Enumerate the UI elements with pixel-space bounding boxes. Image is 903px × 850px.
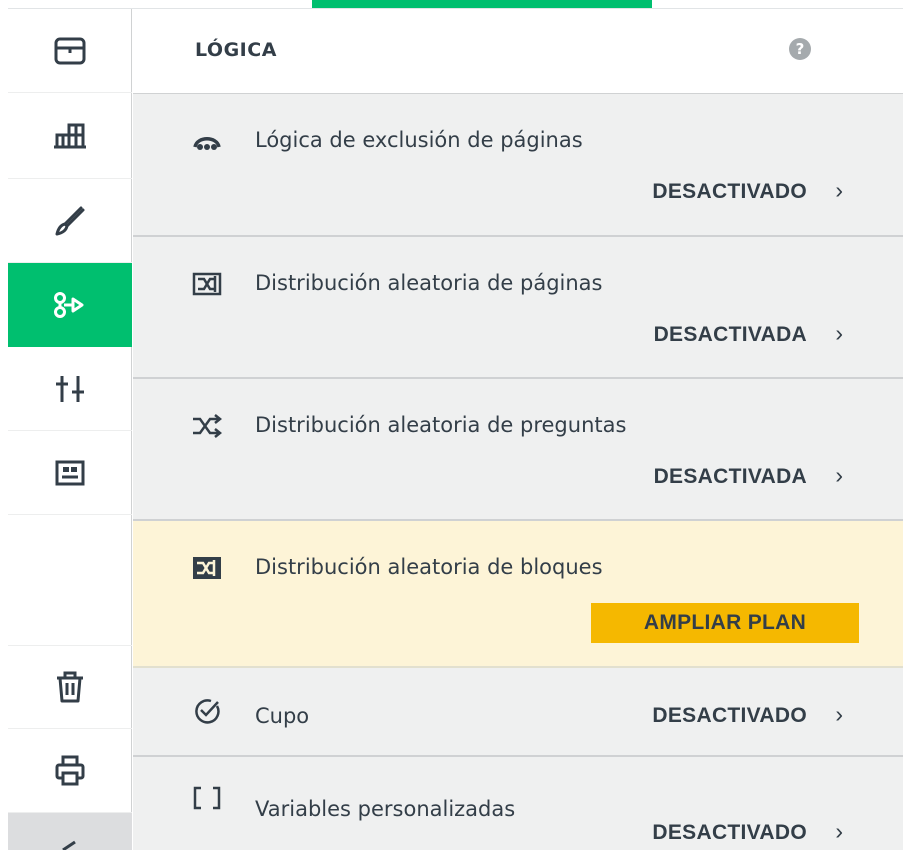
chevron-right-icon: › bbox=[835, 177, 843, 203]
design-brush-icon bbox=[55, 206, 85, 235]
upgrade-plan-button[interactable]: AMPLIAR PLAN bbox=[591, 603, 859, 643]
logic-item-label: Distribución aleatoria de bloques bbox=[255, 555, 603, 579]
rail-item-delete[interactable] bbox=[8, 645, 132, 729]
status-value: DESACTIVADO bbox=[652, 180, 807, 203]
question-bank-icon bbox=[55, 460, 85, 485]
rail-item-logic[interactable] bbox=[8, 263, 132, 347]
print-icon bbox=[55, 755, 85, 785]
page-randomization-icon bbox=[189, 269, 225, 299]
logic-item-page-skip[interactable]: Lógica de exclusión de páginas DESACTIVA… bbox=[133, 94, 903, 237]
question-randomization-icon bbox=[189, 411, 225, 441]
chevron-right-icon: › bbox=[835, 701, 843, 727]
status-value: DESACTIVADO bbox=[652, 704, 807, 727]
logic-item-label: Lógica de exclusión de páginas bbox=[255, 128, 583, 152]
status-value: DESACTIVADA bbox=[653, 323, 807, 346]
rail-item-collapse[interactable] bbox=[8, 813, 132, 850]
top-accent-bar bbox=[312, 0, 652, 8]
logic-item-block-randomization: Distribución aleatoria de bloques AMPLIA… bbox=[133, 521, 903, 668]
rail-item-summary[interactable] bbox=[8, 9, 132, 93]
left-tool-rail bbox=[8, 9, 132, 850]
status-value: DESACTIVADA bbox=[653, 465, 807, 488]
logic-item-label: Distribución aleatoria de preguntas bbox=[255, 413, 627, 437]
trash-icon bbox=[57, 671, 83, 703]
status-value: DESACTIVADO bbox=[652, 821, 807, 844]
logic-item-quota[interactable]: Cupo DESACTIVADO › bbox=[133, 668, 903, 757]
chevron-right-icon: › bbox=[835, 818, 843, 844]
chevron-right-icon: › bbox=[835, 462, 843, 488]
logic-icon bbox=[54, 292, 84, 318]
logic-panel: LÓGICA ? Lógica de exclusión de páginas … bbox=[133, 9, 903, 850]
logic-item-page-randomization[interactable]: Distribución aleatoria de páginas DESACT… bbox=[133, 237, 903, 379]
options-sliders-icon bbox=[56, 375, 84, 402]
rail-item-options[interactable] bbox=[8, 347, 132, 431]
survey-summary-icon bbox=[54, 37, 86, 64]
rail-item-design[interactable] bbox=[8, 179, 132, 263]
block-randomization-icon bbox=[189, 553, 225, 583]
quota-icon bbox=[189, 696, 225, 726]
panel-header: LÓGICA ? bbox=[133, 9, 903, 94]
logic-item-question-randomization[interactable]: Distribución aleatoria de preguntas DESA… bbox=[133, 379, 903, 521]
rail-item-print[interactable] bbox=[8, 729, 132, 813]
rail-item-build[interactable] bbox=[8, 93, 132, 179]
logic-item-label: Cupo bbox=[255, 704, 310, 728]
page-skip-logic-icon bbox=[189, 127, 225, 157]
logic-item-label: Distribución aleatoria de páginas bbox=[255, 271, 603, 295]
logic-item-label: Variables personalizadas bbox=[255, 797, 516, 821]
panel-title: LÓGICA bbox=[195, 39, 277, 61]
chevron-right-icon: › bbox=[835, 320, 843, 346]
logic-item-custom-variables[interactable]: Variables personalizadas DESACTIVADO › bbox=[133, 757, 903, 850]
build-survey-icon bbox=[54, 123, 86, 148]
help-icon[interactable]: ? bbox=[789, 38, 811, 60]
collapse-icon bbox=[62, 840, 76, 850]
custom-variables-icon bbox=[189, 783, 225, 813]
rail-item-question-bank[interactable] bbox=[8, 431, 132, 515]
